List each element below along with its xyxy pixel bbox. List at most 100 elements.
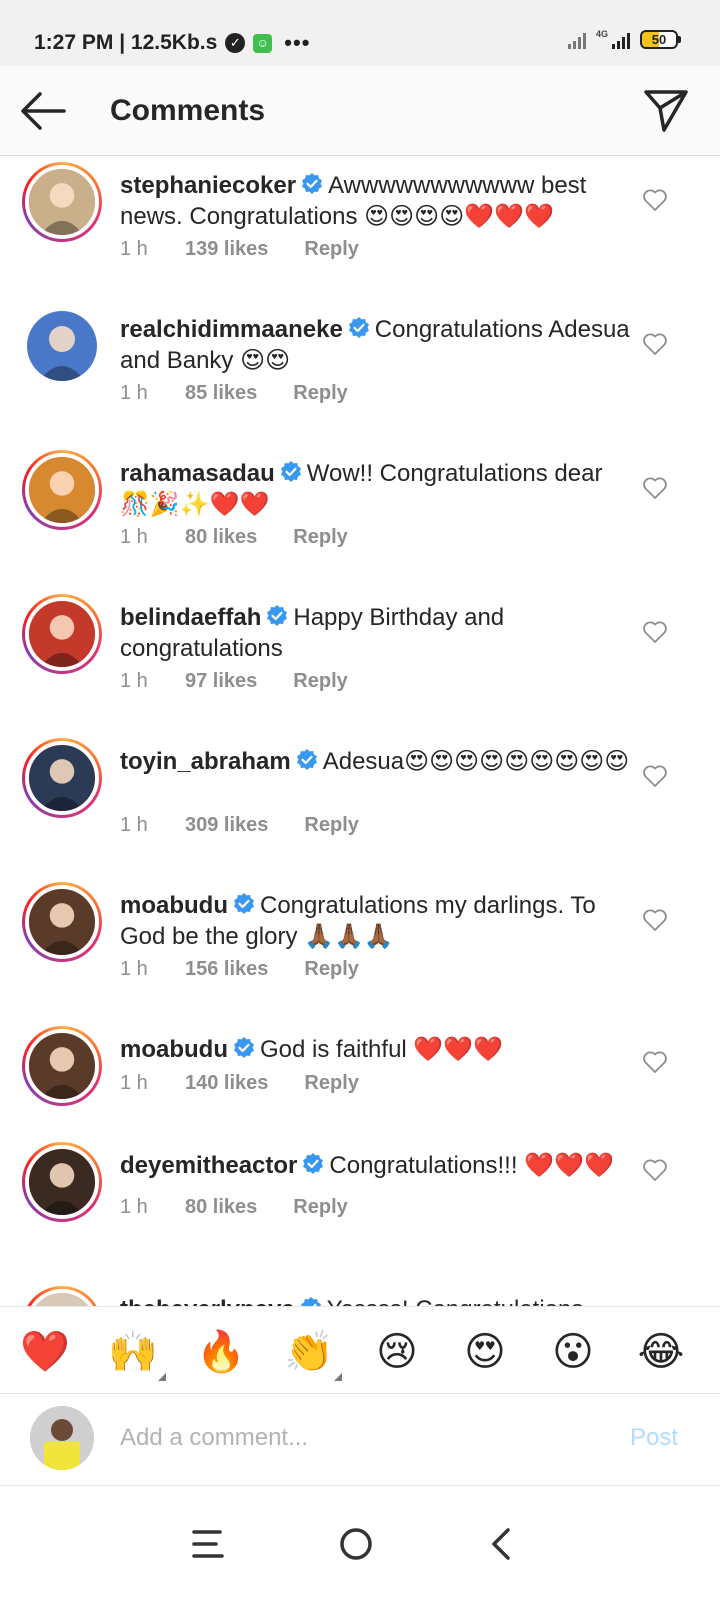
check-circle-icon: ✓ [225,33,246,53]
reply-button[interactable]: Reply [304,814,358,837]
status-left: 1:27 PM | 12.5Kb.s ✓ ☺ ••• [34,30,310,56]
paper-plane-icon [644,90,688,132]
avatar[interactable] [22,450,102,530]
reply-button[interactable]: Reply [304,958,358,981]
comment-time: 1 h [120,958,148,980]
comments-list[interactable]: stephaniecoker Awwwwwwwwwww best news. Co… [0,156,720,1331]
comment-likes[interactable]: 139 likes [185,238,268,261]
comment-row: toyin_abraham Adesua😍😍😍😍😍😍😍😍😍 1 h 309 likes… [0,732,720,872]
avatar-image [25,453,99,527]
post-button[interactable]: Post [630,1424,678,1452]
comment-row: realchidimmaaneke Congratulations Adesua … [0,300,720,440]
comment-meta: 1 h 156 likes Reply [120,958,359,981]
network-type: 4G [595,28,608,39]
comment-time: 1 h [120,526,148,548]
reply-button[interactable]: Reply [293,670,347,693]
comment-time: 1 h [120,382,148,404]
more-notifications-icon: ••• [284,30,311,55]
avatar-image [25,165,99,239]
like-button[interactable] [642,764,668,788]
comment-body: Adesua😍😍😍😍😍😍😍😍😍 [322,748,630,775]
recent-apps-button[interactable] [186,1522,230,1566]
comment-text: realchidimmaaneke Congratulations Adesua … [120,314,630,376]
reply-button[interactable]: Reply [304,1072,358,1095]
surprised-face-emoji-button[interactable]: 😮 [546,1325,600,1379]
share-button[interactable] [642,86,690,134]
comment-row: rahamasadau Wow!! Congratulations dear 🎊🎉… [0,444,720,584]
verified-badge-icon [295,748,319,772]
comment-likes[interactable]: 80 likes [185,1196,257,1219]
arrow-left-icon [21,92,66,130]
avatar-image [25,597,99,671]
reply-button[interactable]: Reply [304,238,358,261]
comment-row: moabudu Congratulations my darlings. To G… [0,876,720,1016]
like-button[interactable] [642,332,668,356]
avatar[interactable] [22,1026,102,1106]
avatar[interactable] [22,882,102,962]
comment-username[interactable]: stephaniecoker [120,172,296,199]
status-right: 4G 50 [567,28,681,49]
verified-badge-icon [265,604,289,628]
like-button[interactable] [642,1050,668,1074]
comment-input[interactable] [120,1418,580,1458]
heart-outline-icon [643,333,667,355]
my-avatar [30,1406,94,1470]
system-nav-bar [0,1486,720,1600]
like-button[interactable] [642,476,668,500]
comment-text: deyemitheactor Congratulations!!! ❤️❤️❤️ [120,1150,630,1181]
comment-username[interactable]: moabudu [120,1036,228,1063]
verified-badge-icon [300,172,324,196]
raising-hands-emoji-button[interactable]: 🙌 [106,1325,166,1381]
avatar[interactable] [22,594,102,674]
like-button[interactable] [642,908,668,932]
avatar[interactable] [22,1142,102,1222]
reply-button[interactable]: Reply [293,382,347,405]
comment-meta: 1 h 140 likes Reply [120,1072,359,1095]
comment-likes[interactable]: 97 likes [185,670,257,693]
fire-emoji-button[interactable]: 🔥 [194,1325,248,1379]
comment-username[interactable]: toyin_abraham [120,748,291,775]
signal-icon-2 [612,31,630,49]
avatar-image [25,1029,99,1103]
back-button[interactable] [18,88,68,134]
comment-username[interactable]: realchidimmaaneke [120,316,343,343]
back-nav-button[interactable] [480,1522,524,1566]
tears-of-joy-emoji-button[interactable]: 😂 [634,1325,688,1379]
comment-meta: 1 h 80 likes Reply [120,526,348,549]
comment-text: stephaniecoker Awwwwwwwwwww best news. Co… [120,170,630,232]
comment-time: 1 h [120,814,148,836]
home-button[interactable] [334,1522,378,1566]
like-button[interactable] [642,620,668,644]
heart-eyes-emoji-button[interactable]: 😍 [458,1325,512,1379]
reply-button[interactable]: Reply [293,1196,347,1219]
heart-emoji-button[interactable]: ❤️ [18,1325,72,1379]
avatar[interactable] [22,162,102,242]
heart-outline-icon [643,1051,667,1073]
comment-likes[interactable]: 80 likes [185,526,257,549]
clapping-hands-emoji-button[interactable]: 👏 [282,1325,342,1381]
comment-likes[interactable]: 85 likes [185,382,257,405]
comment-likes[interactable]: 309 likes [185,814,268,837]
page-title: Comments [110,94,266,127]
chevron-left-icon [492,1528,510,1560]
comment-username[interactable]: deyemitheactor [120,1152,297,1179]
comment-likes[interactable]: 140 likes [185,1072,268,1095]
reply-button[interactable]: Reply [293,526,347,549]
battery-level: 50 [651,32,667,47]
avatar-image [25,741,99,815]
comment-username[interactable]: belindaeffah [120,604,261,631]
comment-meta: 1 h 97 likes Reply [120,670,348,693]
avatar[interactable] [22,738,102,818]
crying-face-emoji-button[interactable]: 😢 [370,1325,424,1379]
comment-time: 1 h [120,1072,148,1094]
comment-username[interactable]: rahamasadau [120,460,275,487]
comment-text: belindaeffah Happy Birthday and congratul… [120,602,630,664]
like-button[interactable] [642,188,668,212]
like-button[interactable] [642,1158,668,1182]
comment-text: rahamasadau Wow!! Congratulations dear 🎊🎉… [120,458,630,520]
comment-likes[interactable]: 156 likes [185,958,268,981]
avatar[interactable] [27,311,97,381]
comment-username[interactable]: moabudu [120,892,228,919]
comment-time: 1 h [120,1196,148,1218]
avatar-image [30,1406,94,1470]
